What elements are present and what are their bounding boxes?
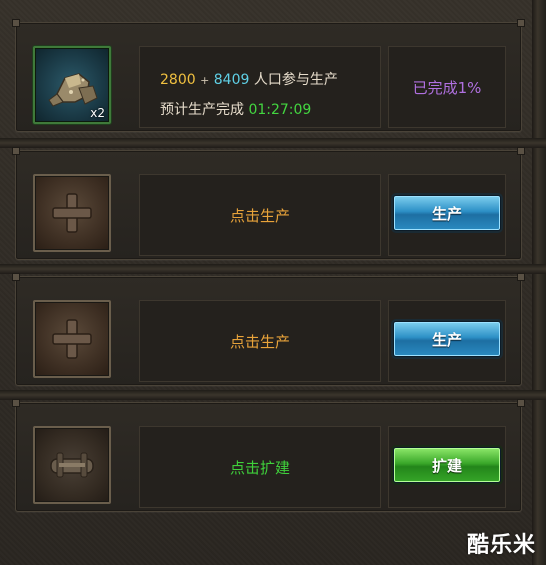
status-panel: 已完成1% <box>388 46 506 128</box>
population-row: 2800 + 8409 人口参与生产 <box>160 69 338 89</box>
population-label: 人口参与生产 <box>253 72 338 88</box>
expand-button[interactable]: 扩建 <box>393 447 501 483</box>
click-to-produce-text: 点击生产 <box>229 332 290 351</box>
action-panel: 生产 <box>388 300 506 382</box>
eta-label: 预计生产完成 <box>160 102 244 118</box>
action-panel: 扩建 <box>388 426 506 508</box>
population-bonus: 8409 <box>213 72 250 88</box>
production-slot-2: 点击生产 生产 <box>12 147 525 260</box>
slot-message-panel[interactable]: 点击生产 <box>139 174 381 256</box>
plus-icon <box>52 319 92 359</box>
eta-row: 预计生产完成 01:27:09 <box>160 99 311 119</box>
plus-icon <box>52 193 92 233</box>
action-panel: 生产 <box>388 174 506 256</box>
population-base: 2800 <box>160 72 196 88</box>
locked-slot-icon[interactable] <box>33 426 111 504</box>
production-slot-1: x2 2800 + 8409 人口参与生产 预计生产完成 01:27:09 已完… <box>12 19 525 132</box>
slot-divider <box>0 264 546 274</box>
population-plus-sign: + <box>200 74 210 87</box>
click-to-expand-text: 点击扩建 <box>229 458 290 477</box>
production-panel: x2 2800 + 8409 人口参与生产 预计生产完成 01:27:09 已完… <box>0 0 546 565</box>
slot-message-panel[interactable]: 点击生产 <box>139 300 381 382</box>
panel-right-edge <box>532 0 546 565</box>
production-slot-4: 点击扩建 扩建 <box>12 399 525 512</box>
slot-divider <box>0 138 546 148</box>
eta-time: 01:27:09 <box>248 102 312 118</box>
produce-button[interactable]: 生产 <box>393 195 501 231</box>
slot-message-panel[interactable]: 点击扩建 <box>139 426 381 508</box>
ore-rocks-icon[interactable]: x2 <box>33 46 111 124</box>
add-slot-icon[interactable] <box>33 174 111 252</box>
production-slot-3: 点击生产 生产 <box>12 273 525 386</box>
item-quantity: x2 <box>90 106 105 120</box>
production-info-panel: 2800 + 8409 人口参与生产 预计生产完成 01:27:09 <box>139 46 381 128</box>
progress-status: 已完成1% <box>412 78 482 97</box>
click-to-produce-text: 点击生产 <box>229 206 290 225</box>
produce-button[interactable]: 生产 <box>393 321 501 357</box>
slot-divider <box>0 390 546 400</box>
watermark-logo: 酷乐米 <box>466 533 536 558</box>
handle-lock-icon <box>50 452 94 478</box>
add-slot-icon[interactable] <box>33 300 111 378</box>
